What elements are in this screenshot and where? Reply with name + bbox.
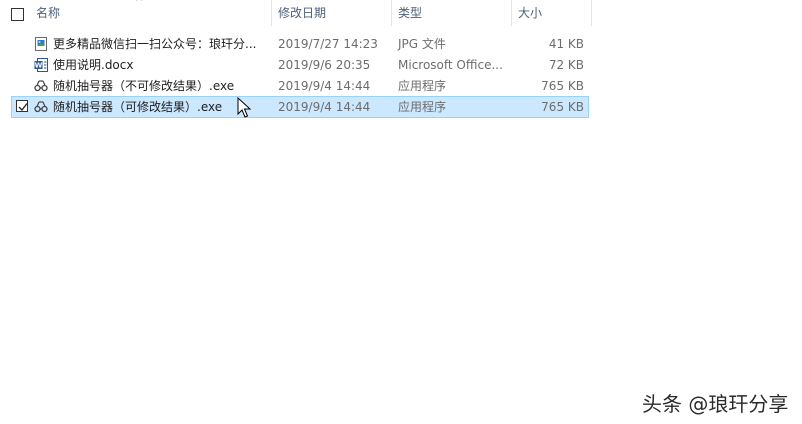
column-divider[interactable]	[511, 0, 512, 26]
file-size: 41 KB	[548, 37, 584, 51]
file-row[interactable]: 更多精品微信扫一扫公众号：琅玕分... 2019/7/27 14:23 JPG …	[12, 34, 588, 54]
file-name[interactable]: 使用说明.docx	[53, 55, 133, 75]
column-header-type[interactable]: 类型	[398, 0, 422, 26]
file-size: 72 KB	[548, 58, 584, 72]
exe-app-icon	[34, 100, 48, 114]
sort-ascending-icon: ^	[135, 0, 144, 8]
file-name[interactable]: 随机抽号器（可修改结果）.exe	[53, 97, 222, 117]
file-date: 2019/9/4 14:44	[278, 100, 371, 114]
file-name[interactable]: 更多精品微信扫一扫公众号：琅玕分...	[53, 34, 256, 54]
file-name[interactable]: 随机抽号器（不可修改结果）.exe	[53, 76, 234, 96]
file-row[interactable]: W 使用说明.docx 2019/9/6 20:35 Microsoft Off…	[12, 55, 588, 75]
file-date: 2019/9/4 14:44	[278, 79, 371, 93]
file-type: 应用程序	[398, 100, 447, 114]
file-type: Microsoft Office...	[398, 58, 503, 72]
column-header-row: 名称 ^ 修改日期 类型 大小	[0, 0, 802, 28]
row-checkbox[interactable]	[16, 100, 28, 112]
select-all-checkbox[interactable]	[11, 8, 24, 21]
column-header-name[interactable]: 名称	[36, 0, 60, 26]
file-row[interactable]: 随机抽号器（不可修改结果）.exe 2019/9/4 14:44 应用程序 76…	[12, 76, 588, 96]
column-divider[interactable]	[391, 0, 392, 26]
file-row-selected[interactable]: 随机抽号器（可修改结果）.exe 2019/9/4 14:44 应用程序 765…	[11, 96, 589, 118]
word-document-icon: W	[34, 58, 48, 72]
file-date: 2019/7/27 14:23	[278, 37, 378, 51]
file-date: 2019/9/6 20:35	[278, 58, 371, 72]
column-header-date[interactable]: 修改日期	[278, 0, 326, 26]
exe-app-icon	[34, 79, 48, 93]
column-header-size[interactable]: 大小	[518, 0, 542, 26]
file-type: JPG 文件	[398, 37, 446, 51]
mouse-cursor-icon	[237, 96, 252, 122]
file-size: 765 KB	[541, 79, 584, 93]
svg-text:W: W	[35, 62, 43, 70]
watermark-text: 头条 @琅玕分享	[642, 392, 789, 416]
column-divider[interactable]	[271, 0, 272, 26]
file-size: 765 KB	[541, 100, 584, 114]
file-type: 应用程序	[398, 79, 447, 93]
jpg-image-icon	[34, 37, 48, 51]
column-divider[interactable]	[591, 0, 592, 26]
